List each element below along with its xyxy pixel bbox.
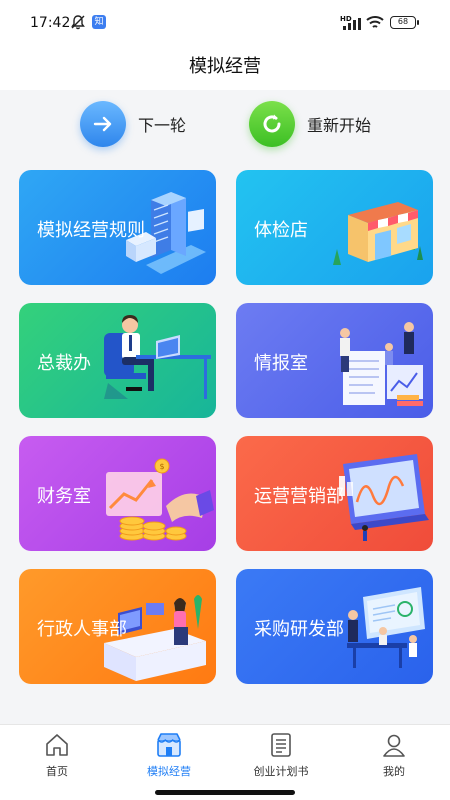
card-intel-room[interactable]: 情报室 (236, 303, 433, 418)
office-worker-illustration-icon (104, 315, 211, 399)
card-label: 模拟经营规则 (37, 220, 145, 241)
card-label: 运营营销部 (254, 486, 344, 507)
store-icon (157, 733, 181, 757)
next-round-label: 下一轮 (138, 116, 187, 135)
restart-button[interactable]: 重新开始 (249, 100, 371, 148)
wifi-icon (366, 16, 384, 28)
card-rules[interactable]: 模拟经营规则 (19, 170, 216, 285)
home-icon (46, 734, 68, 756)
tab-business-plan[interactable]: 创业计划书 (236, 731, 326, 779)
card-label: 采购研发部 (254, 619, 344, 640)
card-marketing[interactable]: 运营营销部 (236, 436, 433, 551)
card-hr-admin[interactable]: 行政人事部 (19, 569, 216, 684)
card-finance[interactable]: 财务室 $ (19, 436, 216, 551)
page-title: 模拟经营 (189, 56, 261, 77)
restart-label: 重新开始 (307, 116, 372, 135)
svg-text:$: $ (159, 462, 164, 471)
header: 模拟经营 (0, 46, 450, 90)
battery-indicator: 68 (390, 16, 419, 29)
tab-simulation[interactable]: 模拟经营 (124, 731, 214, 779)
arrow-right-icon (80, 101, 126, 147)
analysts-illustration-icon (340, 322, 423, 406)
signal-icon (343, 18, 361, 30)
muted-bell-icon (71, 15, 85, 30)
card-label: 体检店 (254, 220, 308, 241)
home-indicator (155, 790, 295, 795)
shop-illustration-icon (333, 202, 423, 265)
tab-home[interactable]: 首页 (12, 731, 102, 779)
card-label: 行政人事部 (37, 619, 127, 640)
coins-chart-illustration-icon: $ (106, 458, 214, 541)
app-badge-icon: 知 (92, 15, 106, 29)
tab-label: 模拟经营 (147, 765, 191, 778)
status-time: 17:42 (30, 15, 71, 31)
card-label: 情报室 (254, 353, 308, 374)
card-clinic[interactable]: 体检店 (236, 170, 433, 285)
tab-label: 创业计划书 (253, 765, 309, 778)
card-label: 总裁办 (37, 353, 91, 374)
tab-profile[interactable]: 我的 (349, 731, 439, 779)
next-round-button[interactable]: 下一轮 (80, 100, 186, 148)
tab-label: 我的 (383, 765, 405, 778)
card-label: 财务室 (37, 486, 91, 507)
card-procurement-rd[interactable]: 采购研发部 (236, 569, 433, 684)
status-bar: 17:42 知 HD 68 (0, 0, 450, 46)
document-icon (271, 733, 291, 757)
card-ceo-office[interactable]: 总裁办 (19, 303, 216, 418)
restart-icon (249, 101, 295, 147)
bottom-tab-bar: 首页 模拟经营 创业计划书 我的 (0, 724, 450, 800)
user-icon (383, 734, 405, 757)
tab-label: 首页 (46, 765, 68, 778)
action-row: 下一轮 重新开始 (0, 90, 450, 160)
